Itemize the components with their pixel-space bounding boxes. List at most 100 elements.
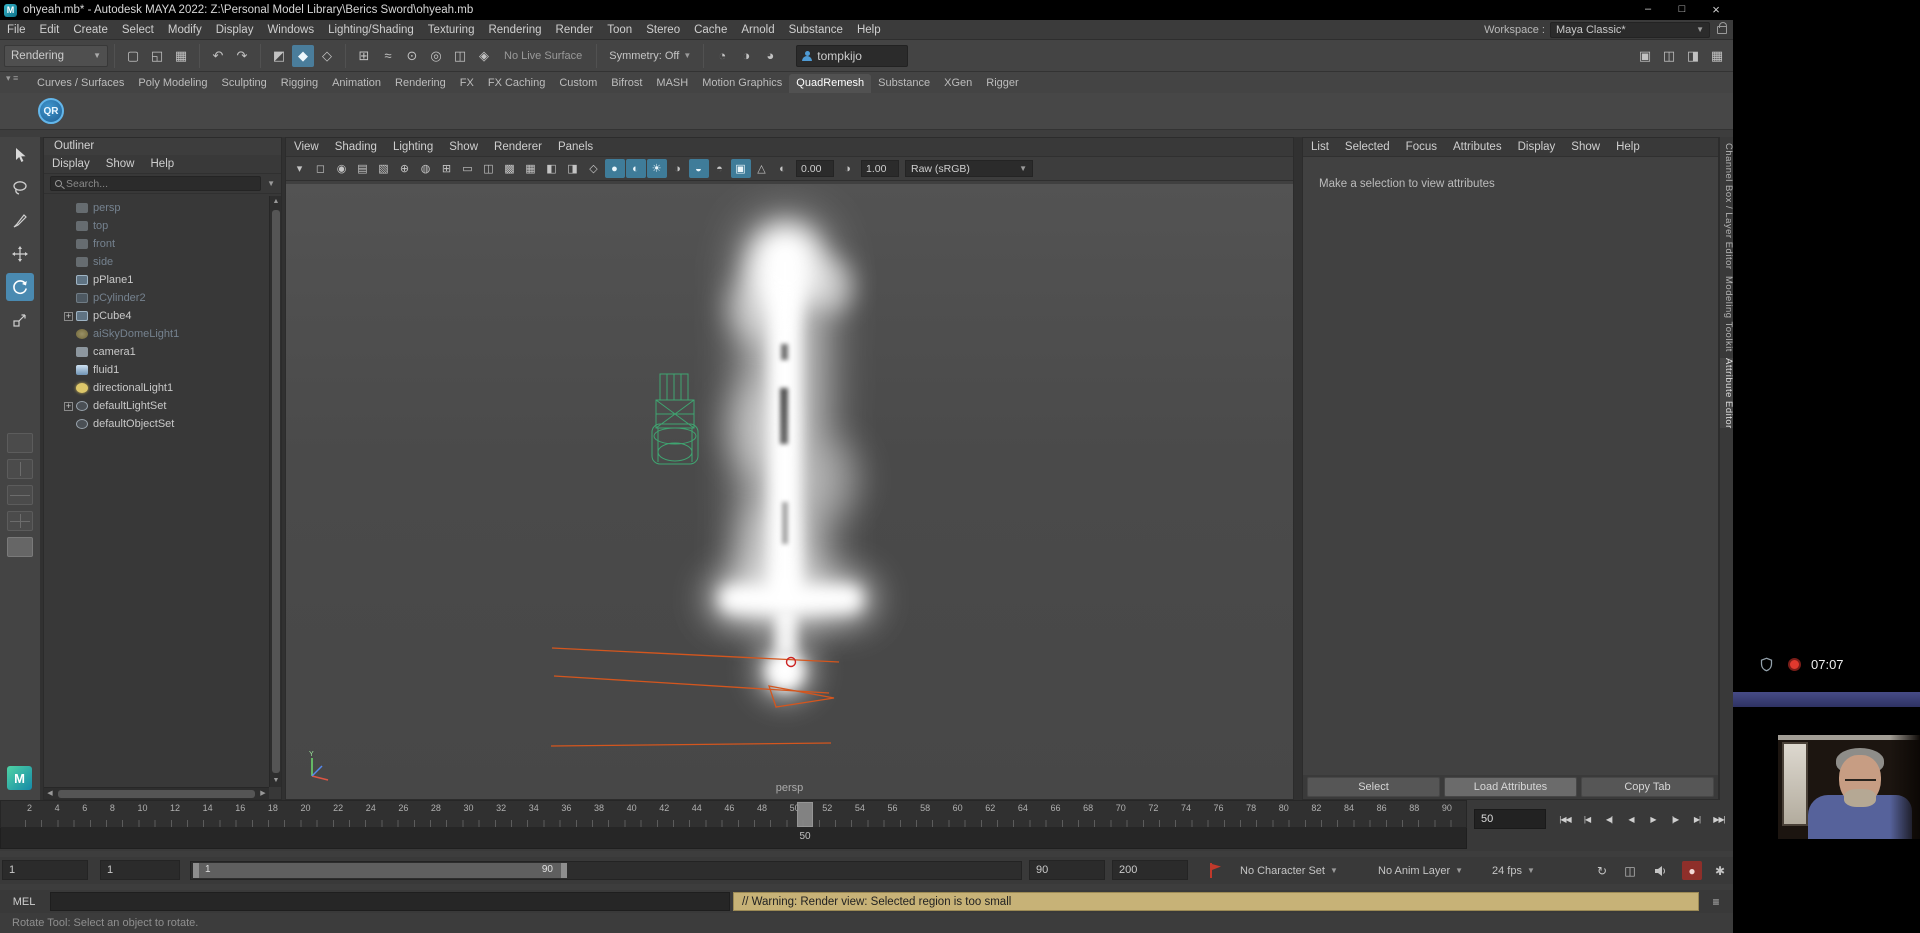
screen-ao-icon[interactable]: ◒: [688, 159, 709, 178]
menu-item[interactable]: Display: [209, 22, 261, 38]
attribute-editor-menu-item[interactable]: Selected: [1337, 139, 1398, 155]
time-slider[interactable]: 2 4 6 8 10 12 14 16 18 20 22 24 26 28 30 32 34 36 38 40 42 44…: [0, 800, 1467, 828]
snap-curve-icon[interactable]: ≈: [377, 45, 399, 67]
maximize-button[interactable]: □: [1665, 0, 1699, 20]
multisample-icon[interactable]: ▣: [730, 159, 751, 178]
xray-icon[interactable]: △: [752, 159, 772, 178]
current-time-marker[interactable]: [797, 802, 813, 827]
shelf-tab[interactable]: Rigger: [979, 74, 1025, 93]
user-search-field[interactable]: tompkijo: [796, 44, 909, 67]
scroll-down-icon[interactable]: ▼: [270, 775, 282, 787]
single-pane-layout-icon[interactable]: ▣: [1634, 45, 1656, 67]
use-all-lights-icon[interactable]: ☀: [646, 159, 667, 178]
menu-item[interactable]: Help: [850, 22, 888, 38]
render-settings-icon[interactable]: ◕: [759, 45, 781, 67]
lock-camera-icon[interactable]: ◻: [311, 159, 331, 178]
grid-icon[interactable]: ⊞: [437, 159, 457, 178]
shelf-tab[interactable]: Rigging: [274, 74, 325, 93]
mel-language-button[interactable]: MEL: [0, 890, 48, 913]
shelf-tab[interactable]: Animation: [325, 74, 388, 93]
outliner-item[interactable]: + persp: [44, 199, 269, 217]
viewport-menu-item[interactable]: Panels: [550, 139, 601, 155]
playback-loop-icon[interactable]: ↻: [1592, 861, 1612, 880]
minimize-button[interactable]: –: [1631, 0, 1665, 20]
outliner-item[interactable]: + aiSkyDomeLight1: [44, 325, 269, 343]
camera-attributes-icon[interactable]: ◉: [332, 159, 352, 178]
menu-item[interactable]: Toon: [600, 22, 639, 38]
tab-modeling-toolkit[interactable]: Modeling Toolkit: [1720, 276, 1734, 352]
shelf-tab[interactable]: Substance: [871, 74, 937, 93]
shadows-icon[interactable]: ◑: [668, 159, 688, 178]
go-to-end-button[interactable]: ▶▶|: [1708, 808, 1730, 830]
load-attributes-button[interactable]: Load Attributes: [1444, 777, 1577, 797]
go-to-start-button[interactable]: |◀◀: [1554, 808, 1576, 830]
viewport-menu-item[interactable]: View: [286, 139, 327, 155]
outliner-item[interactable]: + directionalLight1: [44, 379, 269, 397]
attribute-editor-menu-item[interactable]: Display: [1510, 139, 1564, 155]
play-forwards-button[interactable]: ▶: [1642, 808, 1664, 830]
animation-preferences-icon[interactable]: ✱: [1710, 861, 1730, 880]
motion-path-curves[interactable]: [286, 184, 1293, 799]
shelf-tab[interactable]: Rendering: [388, 74, 453, 93]
menu-item[interactable]: Edit: [33, 22, 67, 38]
shelf-tab[interactable]: Custom: [552, 74, 604, 93]
menu-item[interactable]: Cache: [687, 22, 734, 38]
snap-center-icon[interactable]: ◎: [425, 45, 447, 67]
step-back-key-button[interactable]: ◀|: [1598, 808, 1620, 830]
anim-layer-select[interactable]: No Anim Layer ▼: [1378, 861, 1463, 880]
shelf-tab[interactable]: Sculpting: [215, 74, 274, 93]
animation-end-field[interactable]: 200: [1112, 860, 1188, 880]
open-scene-icon[interactable]: ◱: [146, 45, 168, 67]
scroll-up-icon[interactable]: ▲: [270, 196, 282, 208]
outliner-item[interactable]: + camera1: [44, 343, 269, 361]
outliner-horizontal-scrollbar[interactable]: ◀ ▶: [44, 787, 269, 799]
lasso-tool-button[interactable]: [6, 174, 34, 202]
outliner-menu-item[interactable]: Help: [143, 156, 183, 172]
paint-select-tool-button[interactable]: [6, 207, 34, 235]
step-forward-frame-button[interactable]: ▶|: [1686, 808, 1708, 830]
layout-four-pane-button[interactable]: [7, 511, 33, 531]
auto-keyframe-icon[interactable]: ●: [1682, 861, 1702, 880]
outliner-item[interactable]: + defaultObjectSet: [44, 415, 269, 433]
playback-range-bar[interactable]: 1 90: [193, 863, 567, 878]
viewport-canvas[interactable]: Y persp: [286, 184, 1293, 799]
render-frame-icon[interactable]: ◔: [711, 45, 733, 67]
snap-plane-icon[interactable]: ◫: [449, 45, 471, 67]
gamma-field[interactable]: 1.00: [861, 160, 899, 177]
lock-icon[interactable]: [1717, 21, 1727, 34]
range-slider-track[interactable]: 1 90: [190, 861, 1022, 880]
shelf-tab[interactable]: Curves / Surfaces: [30, 74, 131, 93]
snap-point-icon[interactable]: ⊙: [401, 45, 423, 67]
play-backwards-button[interactable]: ◀: [1620, 808, 1642, 830]
toolbox-toggle-icon[interactable]: ◫: [1658, 45, 1680, 67]
bookmark-flag-icon[interactable]: [1208, 862, 1222, 879]
tab-channel-box[interactable]: Channel Box / Layer Editor: [1720, 143, 1734, 270]
search-input[interactable]: Search...: [50, 176, 262, 191]
move-tool-button[interactable]: [6, 240, 34, 268]
select-camera-icon[interactable]: ▾: [290, 159, 310, 178]
audio-icon[interactable]: [1650, 861, 1670, 880]
playback-start-field[interactable]: 1: [100, 860, 180, 880]
attribute-editor-menu-item[interactable]: Show: [1563, 139, 1608, 155]
outliner-item[interactable]: + front: [44, 235, 269, 253]
textured-icon[interactable]: ◐: [625, 159, 646, 178]
field-chart-icon[interactable]: ▦: [521, 159, 541, 178]
layout-single-pane-button[interactable]: [7, 433, 33, 453]
outliner-vertical-scrollbar[interactable]: ▲ ▼: [269, 196, 281, 787]
viewport-menu-item[interactable]: Lighting: [385, 139, 441, 155]
undo-icon[interactable]: ↶: [207, 45, 229, 67]
outliner-item[interactable]: + side: [44, 253, 269, 271]
bookmark-icon[interactable]: ▤: [353, 159, 373, 178]
animation-start-field[interactable]: 1: [2, 860, 88, 880]
ipr-render-icon[interactable]: ◑: [735, 45, 757, 67]
shelf-tab[interactable]: XGen: [937, 74, 979, 93]
shelf-tab[interactable]: FX: [453, 74, 481, 93]
film-gate-icon[interactable]: ▭: [458, 159, 478, 178]
select-object-icon[interactable]: ◆: [292, 44, 314, 67]
current-frame-field[interactable]: 50: [1474, 809, 1546, 829]
range-end-handle[interactable]: [561, 863, 567, 878]
select-button[interactable]: Select: [1307, 777, 1440, 797]
shelf-menu-icon[interactable]: ▾ ≡: [6, 74, 28, 83]
outliner-item[interactable]: + fluid1: [44, 361, 269, 379]
layout-two-pane-button[interactable]: [7, 459, 33, 479]
